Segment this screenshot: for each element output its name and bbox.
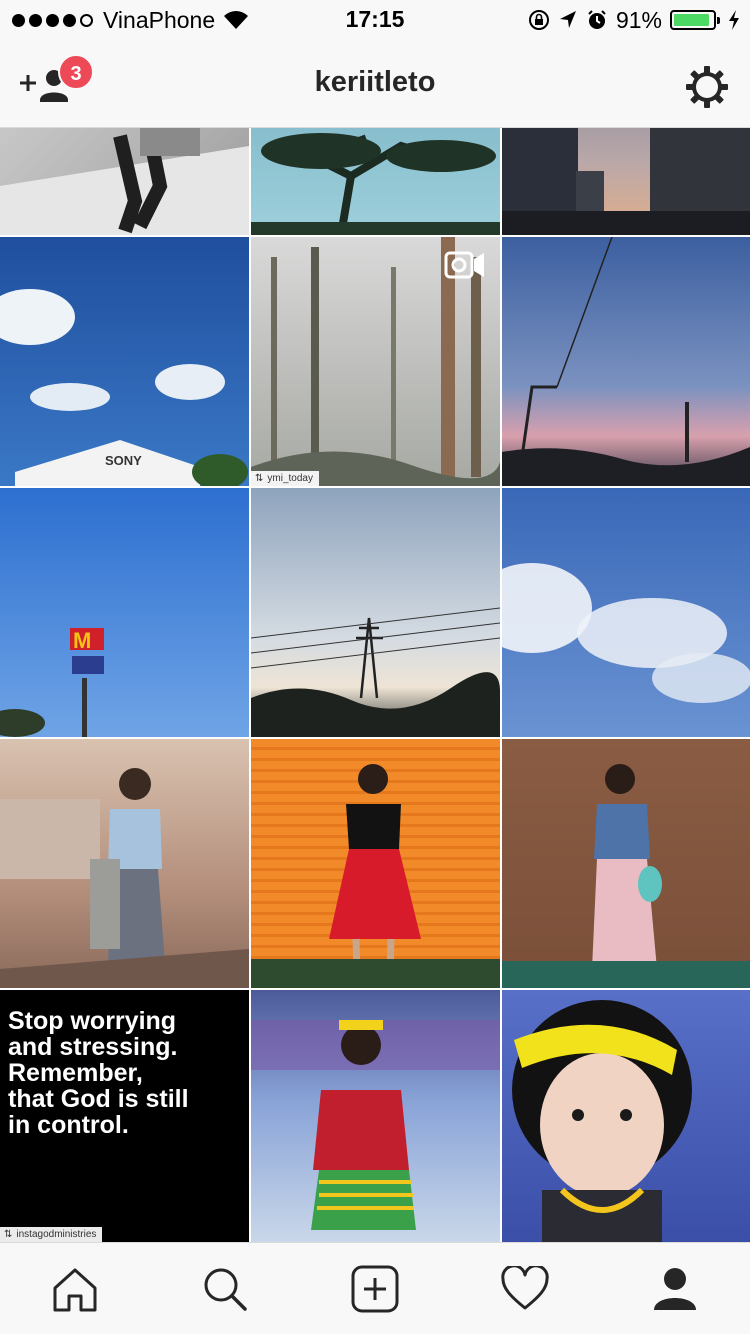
profile-header: 3 keriitleto [0, 40, 750, 128]
repost-icon: ⇅ [255, 473, 264, 484]
location-arrow-icon [559, 11, 576, 28]
photo-mcdonalds-sign: M [0, 628, 104, 737]
post-thumbnail[interactable]: ⇅ ymi_today [251, 237, 500, 486]
post-thumbnail[interactable]: M [0, 488, 249, 737]
photo-person-on-ledge [0, 128, 249, 235]
settings-gear-icon[interactable] [684, 64, 730, 110]
tab-search[interactable] [195, 1259, 255, 1319]
post-thumbnail[interactable] [502, 237, 750, 486]
add-post-icon [351, 1265, 399, 1312]
bottom-tab-bar [0, 1242, 750, 1334]
photo-girl-yellow-headband [512, 1000, 692, 1242]
tab-activity[interactable] [495, 1259, 555, 1319]
tab-profile[interactable] [645, 1259, 705, 1319]
photo-city-sunset [502, 128, 750, 235]
post-thumbnail[interactable] [502, 488, 750, 737]
activity-heart-icon [501, 1265, 549, 1309]
post-thumbnail[interactable] [251, 990, 500, 1242]
photo-sony-building: SONY [0, 289, 248, 486]
home-icon [53, 1268, 97, 1311]
battery-percent: 91% [615, 6, 662, 33]
post-thumbnail[interactable] [502, 990, 750, 1242]
post-thumbnail[interactable] [0, 128, 249, 235]
photo-woman-orange-shutter [251, 764, 500, 988]
post-thumbnail[interactable]: Stop worrying and stressing. Remember, t… [0, 990, 249, 1242]
post-thumbnail[interactable] [251, 488, 500, 737]
repost-username: ymi_today [267, 473, 313, 484]
charging-icon [729, 10, 739, 30]
post-thumbnail[interactable] [502, 128, 750, 235]
status-bar: VinaPhone 17:15 91% [0, 0, 750, 40]
post-thumbnail[interactable]: SONY [0, 237, 249, 486]
profile-username: keriitleto [314, 66, 436, 98]
repost-credit: ⇅ ymi_today [251, 471, 319, 486]
profile-icon [654, 1267, 696, 1310]
photo-evening-sky [502, 237, 750, 486]
quote-text: Stop worrying and stressing. Remember, t… [8, 1007, 189, 1139]
post-thumbnail[interactable] [251, 128, 500, 235]
post-thumbnail[interactable] [502, 739, 750, 988]
tab-add-post[interactable] [345, 1259, 405, 1319]
photo-woman-traditional-costume [251, 1020, 500, 1230]
post-thumbnail[interactable] [0, 739, 249, 988]
alarm-icon [588, 10, 606, 29]
photo-power-tower [251, 607, 500, 737]
battery-icon [670, 10, 720, 30]
svg-text:M: M [73, 628, 91, 653]
search-icon [204, 1268, 247, 1311]
photo-clouds [502, 563, 750, 703]
repost-credit: ⇅ instagodministries [0, 1227, 103, 1242]
post-thumbnail[interactable] [251, 739, 500, 988]
photo-woman-plaza [0, 768, 249, 988]
orientation-lock-icon [528, 10, 549, 30]
tab-home[interactable] [45, 1259, 105, 1319]
repost-username: instagodministries [16, 1229, 97, 1240]
video-camera-icon [444, 251, 484, 279]
repost-icon: ⇅ [4, 1229, 13, 1240]
profile-post-grid: SONY ⇅ ymi_today M Stop worrying and str… [0, 128, 750, 1242]
photo-tree-silhouette [251, 133, 500, 235]
photo-woman-brown-wall [502, 764, 750, 988]
svg-text:SONY: SONY [105, 453, 142, 468]
